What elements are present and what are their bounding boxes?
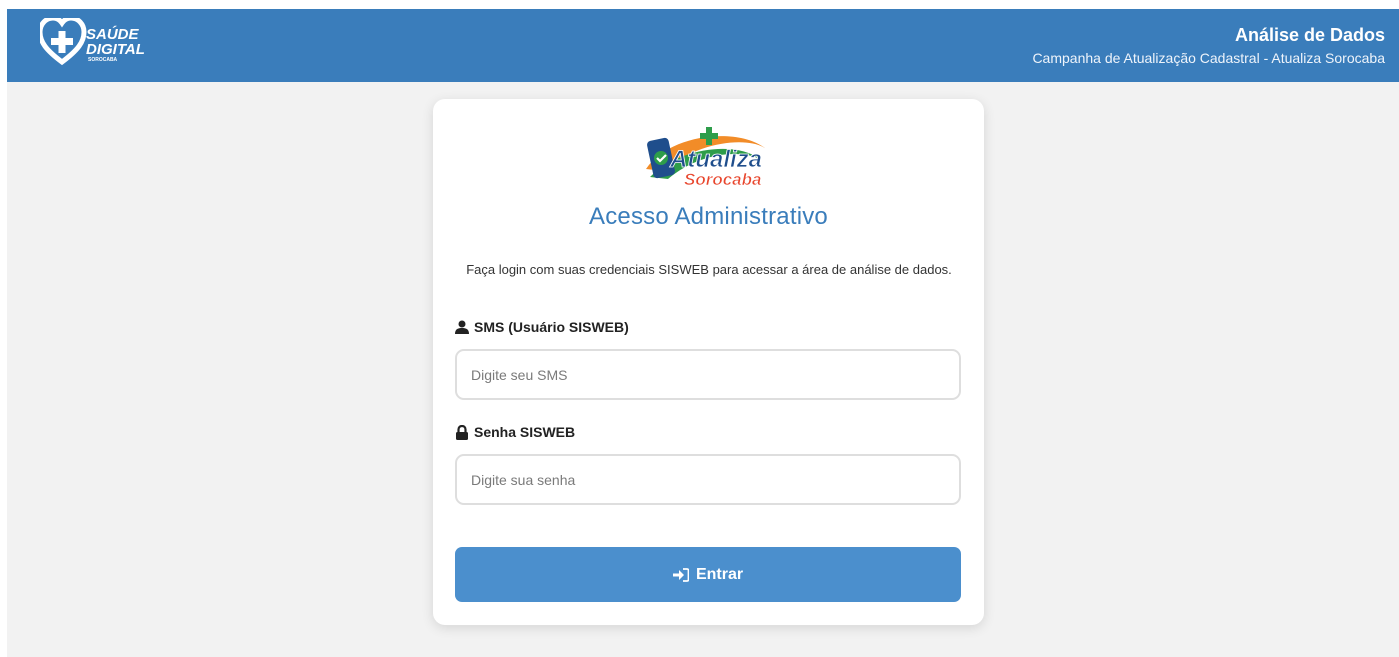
password-input[interactable]	[455, 454, 961, 505]
logo-line-3: SOROCABA	[88, 57, 118, 63]
logo-line-2: DIGITAL	[86, 41, 145, 58]
sms-input[interactable]	[455, 349, 961, 400]
header-info: Análise de Dados Campanha de Atualização…	[1032, 24, 1385, 68]
saude-digital-logo: SAÚDE DIGITAL SOROCABA	[40, 18, 180, 66]
sorocaba-text: Sorocaba	[684, 170, 761, 189]
header-subtitle: Campanha de Atualização Cadastral - Atua…	[1032, 50, 1385, 66]
sign-in-icon	[672, 567, 689, 582]
atualiza-text: Atualiza	[669, 146, 762, 173]
submit-label: Entrar	[695, 565, 744, 583]
lock-icon	[456, 424, 468, 440]
page-title: Acesso Administrativo	[589, 203, 828, 230]
top-header: SAÚDE DIGITAL SOROCABA Análise de Dados …	[7, 9, 1399, 82]
password-label: Senha SISWEB	[455, 424, 575, 440]
password-label-text: Senha SISWEB	[474, 424, 576, 440]
sms-label-text: SMS (Usuário SISWEB)	[474, 319, 629, 335]
sms-label: SMS (Usuário SISWEB)	[455, 319, 629, 335]
page-background: SAÚDE DIGITAL SOROCABA Análise de Dados …	[7, 9, 1399, 657]
atualiza-sorocaba-logo: Atualiza Sorocaba	[640, 125, 774, 189]
user-icon	[455, 320, 469, 334]
heart-plus-icon: SAÚDE DIGITAL SOROCABA	[40, 18, 145, 66]
submit-button[interactable]: Entrar	[455, 547, 961, 602]
login-card: Atualiza Sorocaba Acesso Administrativo …	[433, 99, 984, 625]
header-title: Análise de Dados	[1234, 25, 1385, 45]
login-description: Faça login com suas credenciais SISWEB p…	[466, 262, 952, 277]
